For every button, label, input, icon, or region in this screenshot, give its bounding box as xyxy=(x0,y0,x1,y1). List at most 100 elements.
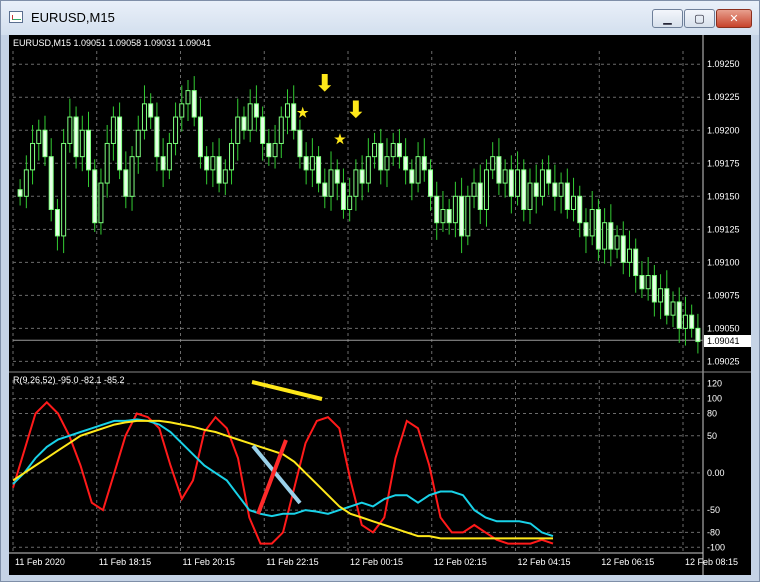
candle-body xyxy=(148,103,154,118)
candle-body xyxy=(378,142,384,171)
candle-body xyxy=(73,116,79,158)
candle-body xyxy=(303,156,309,171)
time-tick-label: 12 Feb 06:15 xyxy=(601,557,654,567)
candle-body xyxy=(191,90,197,118)
candle-body xyxy=(465,195,471,237)
candle-body xyxy=(235,116,241,144)
candle-body xyxy=(608,222,614,250)
indicator-panel-header: R(9,26,52) -95.0 -82.1 -85.2 xyxy=(13,375,125,385)
candle-body xyxy=(253,103,259,118)
candle-body xyxy=(98,182,104,224)
candle-body xyxy=(197,116,203,158)
title-bar[interactable]: EURUSD,M15 ▁ ▢ ✕ xyxy=(1,1,759,35)
indicator-tick-label: 120 xyxy=(707,379,722,389)
close-icon: ✕ xyxy=(729,12,739,25)
candle-body xyxy=(328,169,334,197)
candle-body xyxy=(291,103,297,131)
candle-body xyxy=(409,169,415,184)
candle-body xyxy=(589,209,595,237)
indicator-tick-label: 80 xyxy=(707,408,717,418)
candle-body xyxy=(682,314,688,329)
candle-body xyxy=(179,103,185,118)
candle-body xyxy=(141,103,147,131)
price-tick-label: 1.09175 xyxy=(707,158,740,168)
candle-body xyxy=(160,156,166,171)
candle-body xyxy=(135,129,141,158)
candle-body xyxy=(384,156,390,171)
candle-body xyxy=(30,142,36,171)
candle-body xyxy=(229,142,235,171)
indicator-tick-label: -100 xyxy=(707,542,725,552)
candle-body xyxy=(129,156,135,197)
price-tick-label: 1.09100 xyxy=(707,257,740,267)
candle-body xyxy=(508,169,514,197)
candle-body xyxy=(477,182,483,210)
candle-body xyxy=(86,129,92,171)
candle-body xyxy=(626,248,632,263)
candle-body xyxy=(452,195,458,224)
candle-body xyxy=(440,209,446,224)
maximize-button[interactable]: ▢ xyxy=(684,9,715,28)
candle-body xyxy=(552,182,558,197)
time-tick-label: 11 Feb 18:15 xyxy=(99,557,151,567)
price-tick-label: 1.09250 xyxy=(707,59,740,69)
candle-body xyxy=(166,142,172,171)
signal-arrow-down-icon: ⬇ xyxy=(347,97,365,122)
candle-body xyxy=(334,169,340,184)
candle-body xyxy=(347,195,353,211)
candle-body xyxy=(340,182,346,210)
indicator-line-26 xyxy=(12,418,554,538)
signal-star-icon: ★ xyxy=(297,105,309,120)
indicator-tick-label: 50 xyxy=(707,431,717,441)
candle-body xyxy=(483,169,489,210)
candle-body xyxy=(359,169,365,184)
candle-body xyxy=(459,195,465,237)
candle-body xyxy=(322,182,328,197)
indicator-tick-label: 0.00 xyxy=(707,468,725,478)
candle-body xyxy=(595,209,601,250)
candle-body xyxy=(577,195,583,224)
main-panel-header: EURUSD,M15 1.09051 1.09058 1.09031 1.090… xyxy=(13,38,211,48)
candle-body xyxy=(645,275,651,290)
price-tick-label: 1.09025 xyxy=(707,356,740,366)
candle-body xyxy=(297,129,303,158)
candle-body xyxy=(241,116,247,131)
candle-body xyxy=(571,195,577,211)
chart-area[interactable]: ★ ⬇ ★ ⬇ 1.09250 1.09225 1.09200 1.09175 1.09150… xyxy=(9,35,751,575)
candle-body xyxy=(36,129,42,144)
candle-body xyxy=(309,156,315,171)
time-tick-label: 11 Feb 22:15 xyxy=(266,557,318,567)
chart-canvas[interactable]: ★⬇★⬇ 1.092501.092251.092001.091751.09150… xyxy=(9,35,751,575)
price-tick-label: 1.09200 xyxy=(707,125,740,135)
minimize-button[interactable]: ▁ xyxy=(652,9,683,28)
candle-body xyxy=(104,142,110,184)
candle-body xyxy=(415,156,421,184)
candle-body xyxy=(48,156,54,210)
candle-body xyxy=(204,156,210,171)
trendline-blue[interactable] xyxy=(251,444,302,505)
candle-body xyxy=(676,301,682,329)
price-tick-label: 1.09075 xyxy=(707,290,740,300)
close-button[interactable]: ✕ xyxy=(716,9,752,28)
chart-window-icon xyxy=(9,11,23,23)
price-tick-label: 1.09225 xyxy=(707,92,740,102)
candle-body xyxy=(490,156,496,171)
candle-body xyxy=(372,142,378,158)
candle-body xyxy=(689,314,695,329)
candle-body xyxy=(110,116,116,144)
trendline-yellow[interactable] xyxy=(251,380,323,401)
candle-body xyxy=(17,189,23,197)
candle-body xyxy=(216,156,222,184)
candle-body xyxy=(434,195,440,224)
candle-body xyxy=(651,275,657,303)
time-tick-label: 11 Feb 20:15 xyxy=(183,557,235,567)
candle-body xyxy=(602,222,608,250)
candle-body xyxy=(61,142,67,237)
candle-body xyxy=(664,288,670,316)
time-tick-label: 12 Feb 04:15 xyxy=(518,557,571,567)
candle-body xyxy=(396,142,402,158)
candle-body xyxy=(316,156,322,184)
candle-body xyxy=(42,129,48,158)
signal-arrow-down-icon: ⬇ xyxy=(315,71,333,96)
candle-body xyxy=(353,169,359,197)
